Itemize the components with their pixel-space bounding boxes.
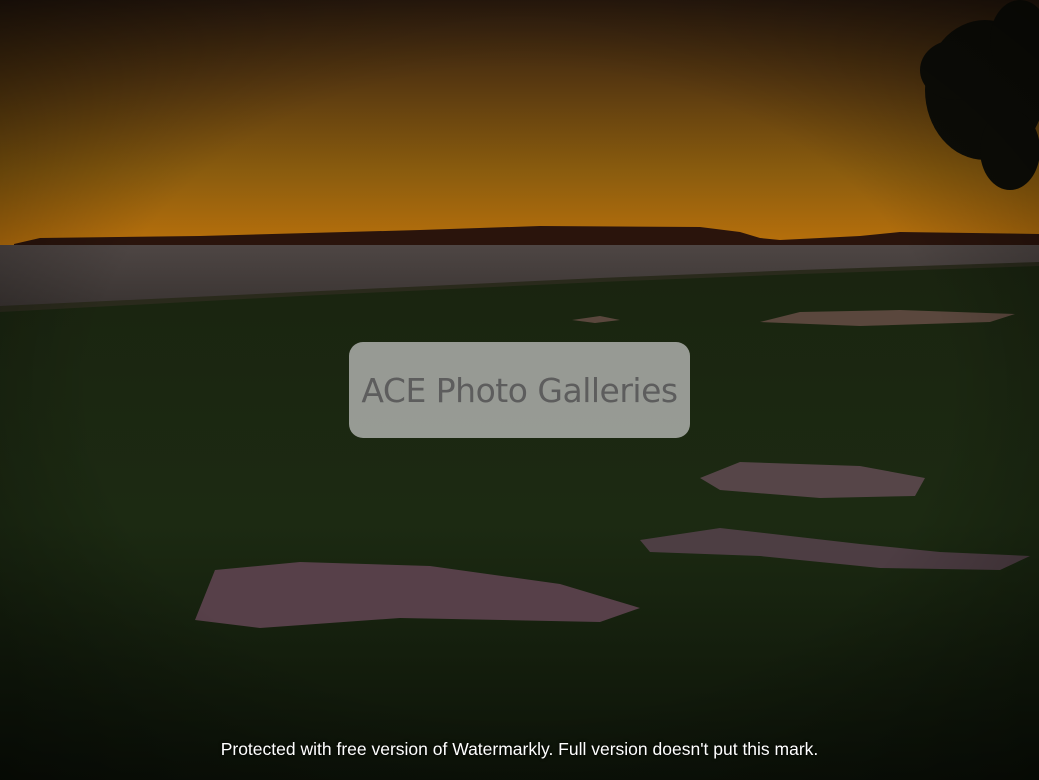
watermark-notice: Protected with free version of Watermark… (220, 739, 819, 759)
watermark-brand-text: ACE Photo Galleries (361, 370, 678, 410)
watermark-overlay: ACE Photo Galleries (349, 342, 690, 438)
